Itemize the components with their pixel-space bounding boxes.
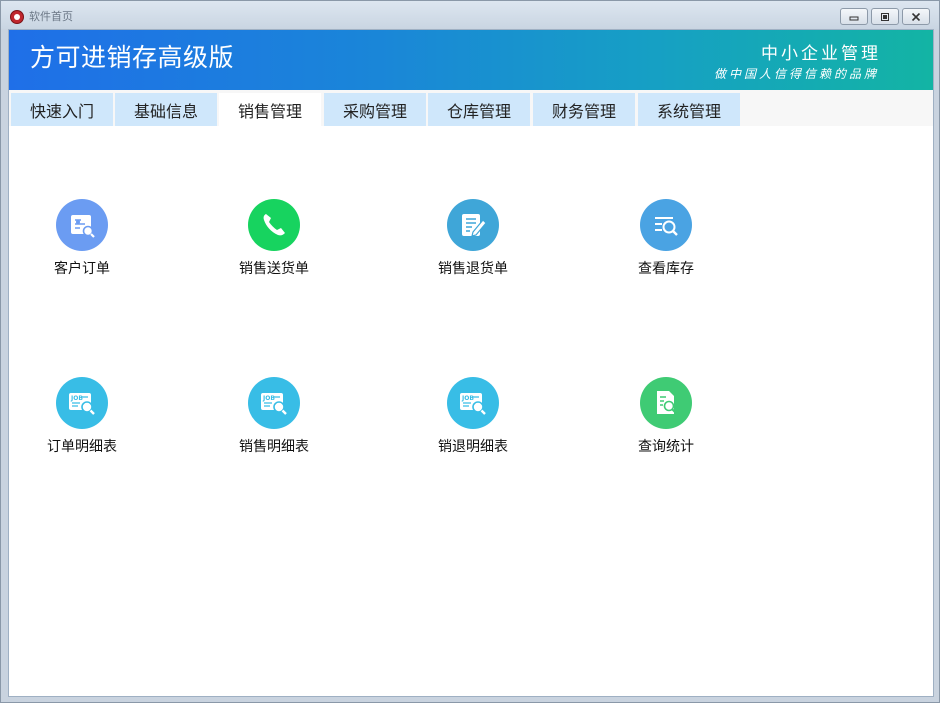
tab-purchase-management[interactable]: 采购管理 <box>324 93 426 126</box>
job-report-icon: JOB <box>447 377 499 429</box>
title-bar[interactable]: 软件首页 <box>1 1 939 29</box>
header-banner: 方可进销存高级版 中小企业管理 做中国人信得信赖的品牌 <box>9 30 933 90</box>
tile-label: 查询统计 <box>638 439 694 455</box>
svg-text:JOB: JOB <box>461 395 474 402</box>
customer-order-icon <box>56 199 108 251</box>
document-search-icon <box>640 377 692 429</box>
tile-return-detail-report[interactable]: JOB 销退明细表 <box>403 377 543 477</box>
slogan-sub: 做中国人信得信赖的品牌 <box>713 67 879 81</box>
search-list-icon <box>640 199 692 251</box>
tile-label: 客户订单 <box>54 261 110 277</box>
close-button[interactable] <box>902 8 930 25</box>
app-logo-icon <box>10 10 24 24</box>
tab-system-management[interactable]: 系统管理 <box>638 93 740 126</box>
application-window: 软件首页 方可进销存高级版 中小企业管理 做中国人信得信赖的品牌 快速入门 基础… <box>0 0 940 703</box>
tab-sales-management[interactable]: 销售管理 <box>219 93 321 126</box>
tile-label: 销售退货单 <box>438 261 508 277</box>
phone-icon <box>248 199 300 251</box>
tile-sales-return[interactable]: 销售退货单 <box>403 199 543 299</box>
maximize-icon <box>881 12 889 21</box>
tab-basic-info[interactable]: 基础信息 <box>115 93 217 126</box>
svg-text:JOB: JOB <box>262 395 275 402</box>
edit-document-icon <box>447 199 499 251</box>
tile-label: 订单明细表 <box>47 439 117 455</box>
tile-sales-delivery[interactable]: 销售送货单 <box>204 199 344 299</box>
tile-query-statistics[interactable]: 查询统计 <box>596 377 736 477</box>
minimize-icon <box>849 16 859 20</box>
tile-label: 销售送货单 <box>239 261 309 277</box>
close-icon <box>911 12 921 21</box>
maximize-button[interactable] <box>871 8 899 25</box>
window-title: 软件首页 <box>29 10 73 23</box>
job-report-icon: JOB <box>56 377 108 429</box>
tile-order-detail-report[interactable]: JOB 订单明细表 <box>12 377 152 477</box>
svg-text:JOB: JOB <box>70 395 83 402</box>
tile-customer-order[interactable]: 客户订单 <box>12 199 152 299</box>
tile-view-inventory[interactable]: 查看库存 <box>596 199 736 299</box>
tile-label: 查看库存 <box>638 261 694 277</box>
module-tab-bar: 快速入门 基础信息 销售管理 采购管理 仓库管理 财务管理 系统管理 <box>9 90 933 126</box>
minimize-button[interactable] <box>840 8 868 25</box>
slogan-main: 中小企业管理 <box>761 44 881 64</box>
tab-quick-start[interactable]: 快速入门 <box>11 93 113 126</box>
tab-warehouse-management[interactable]: 仓库管理 <box>428 93 530 126</box>
tab-finance-management[interactable]: 财务管理 <box>533 93 635 126</box>
tile-sales-detail-report[interactable]: JOB 销售明细表 <box>204 377 344 477</box>
tile-label: 销售明细表 <box>239 439 309 455</box>
main-client-area: 方可进销存高级版 中小企业管理 做中国人信得信赖的品牌 快速入门 基础信息 销售… <box>8 29 934 697</box>
tile-label: 销退明细表 <box>438 439 508 455</box>
app-title: 方可进销存高级版 <box>30 43 235 72</box>
job-report-icon: JOB <box>248 377 300 429</box>
